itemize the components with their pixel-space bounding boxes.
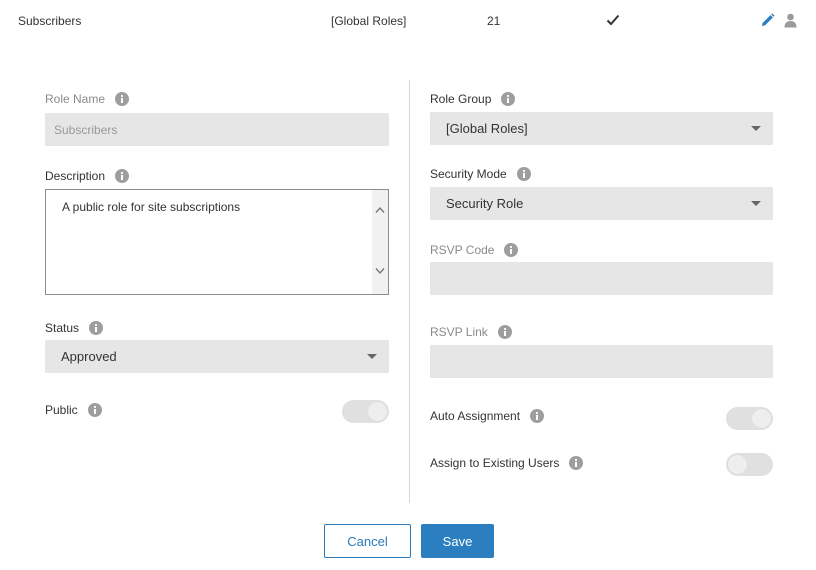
role-group-label: Role Group xyxy=(430,92,516,106)
auto-assignment-toggle[interactable] xyxy=(726,407,773,430)
chevron-up-icon[interactable] xyxy=(375,206,385,214)
info-icon[interactable] xyxy=(87,403,102,417)
description-textarea[interactable]: A public role for site subscriptions xyxy=(45,189,389,295)
cancel-button[interactable]: Cancel xyxy=(324,524,411,558)
info-icon[interactable] xyxy=(497,325,512,339)
info-icon[interactable] xyxy=(504,243,519,257)
toggle-knob xyxy=(368,402,387,421)
auto-assignment-label: Auto Assignment xyxy=(430,409,545,423)
info-icon[interactable] xyxy=(115,169,130,183)
role-name-label: Role Name xyxy=(45,92,130,106)
security-mode-select[interactable]: Security Role xyxy=(430,187,773,220)
info-icon[interactable] xyxy=(501,92,516,106)
pencil-icon[interactable] xyxy=(760,13,775,31)
status-label: Status xyxy=(45,321,104,335)
rsvp-code-input[interactable] xyxy=(430,262,773,295)
rsvp-code-label: RSVP Code xyxy=(430,243,519,257)
rsvp-link-label: RSVP Link xyxy=(430,325,512,339)
security-mode-label: Security Mode xyxy=(430,167,531,181)
column-divider xyxy=(409,80,410,503)
info-icon[interactable] xyxy=(569,456,584,470)
assign-existing-label: Assign to Existing Users xyxy=(430,456,584,470)
info-icon[interactable] xyxy=(516,167,531,181)
public-toggle[interactable] xyxy=(342,400,389,423)
role-name-input[interactable]: Subscribers xyxy=(45,113,389,146)
public-label: Public xyxy=(45,403,102,417)
chevron-down-icon[interactable] xyxy=(375,267,385,275)
caret-down-icon xyxy=(367,354,377,359)
role-group-select[interactable]: [Global Roles] xyxy=(430,112,773,145)
textarea-scrollbar[interactable] xyxy=(372,190,388,294)
role-group-cell: [Global Roles] xyxy=(331,14,407,28)
save-button[interactable]: Save xyxy=(421,524,494,558)
user-icon[interactable] xyxy=(784,13,797,31)
toggle-knob xyxy=(728,455,747,474)
role-list-row[interactable]: Subscribers [Global Roles] 21 xyxy=(0,0,816,44)
toggle-knob xyxy=(752,409,771,428)
status-select[interactable]: Approved xyxy=(45,340,389,373)
role-name-cell: Subscribers xyxy=(18,14,82,28)
rsvp-link-input[interactable] xyxy=(430,345,773,378)
info-icon[interactable] xyxy=(115,92,130,106)
check-icon xyxy=(606,13,620,30)
user-count-cell: 21 xyxy=(487,14,501,28)
info-icon[interactable] xyxy=(530,409,545,423)
caret-down-icon xyxy=(751,126,761,131)
info-icon[interactable] xyxy=(89,321,104,335)
description-label: Description xyxy=(45,169,130,183)
caret-down-icon xyxy=(751,201,761,206)
assign-existing-toggle[interactable] xyxy=(726,453,773,476)
